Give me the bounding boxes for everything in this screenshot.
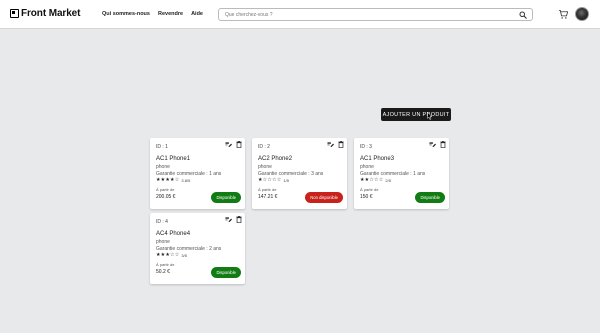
product-category: phone: [360, 164, 374, 170]
product-name: AC2 Phone2: [258, 156, 293, 162]
product-category: phone: [156, 164, 170, 170]
product-price: 50.2 €: [156, 269, 170, 275]
rating-stars: ★ ☆ ☆ ☆ ☆ 1/5: [258, 177, 289, 184]
rating-value: 2/5: [385, 178, 391, 183]
product-price: 200.05 €: [156, 194, 176, 200]
product-category: phone: [156, 239, 170, 245]
top-header: Front Market Qui sommes-nous Revendre Ai…: [0, 0, 600, 29]
rating-stars: ★ ★ ★ ★ ☆ 3.8/5: [156, 177, 191, 184]
rating-stars: ★ ★ ★ ☆ ☆ 3/5: [156, 252, 187, 259]
status-badge: Disponible: [415, 192, 445, 203]
nav-link-sell[interactable]: Revendre: [158, 11, 183, 17]
search-input[interactable]: [225, 10, 515, 20]
product-price: 150 €: [360, 194, 373, 200]
price-label: À partir de: [156, 187, 175, 192]
delete-icon[interactable]: [236, 141, 242, 148]
product-card[interactable]: ID : 2 AC2 Phone2 phone Garantie commerc…: [252, 138, 347, 209]
price-label: À partir de: [360, 187, 379, 192]
delete-icon[interactable]: [236, 216, 242, 223]
delete-icon[interactable]: [440, 141, 446, 148]
edit-icon[interactable]: [225, 216, 232, 223]
mouse-cursor-icon: [427, 112, 432, 120]
search-bar: [218, 8, 533, 21]
product-card[interactable]: ID : 3 AC1 Phone3 phone Garantie commerc…: [354, 138, 449, 209]
rating-value: 1/5: [283, 178, 289, 183]
product-card[interactable]: ID : 1 AC1 Phone1 phone Garantie commerc…: [150, 138, 245, 209]
edit-icon[interactable]: [225, 141, 232, 148]
star-empty-icon: ☆: [276, 177, 282, 183]
star-empty-icon: ☆: [378, 177, 384, 183]
rating-value: 3.8/5: [181, 178, 191, 183]
product-card[interactable]: ID : 4 AC4 Phone4 phone Garantie commerc…: [150, 213, 245, 284]
product-id: ID : 2: [258, 144, 270, 150]
product-id: ID : 4: [156, 219, 168, 225]
price-label: À partir de: [156, 262, 175, 267]
add-product-button[interactable]: Ajouter un produit: [381, 108, 451, 121]
delete-icon[interactable]: [338, 141, 344, 148]
status-badge: Disponible: [211, 267, 241, 278]
product-id: ID : 3: [360, 144, 372, 150]
product-name: AC1 Phone1: [156, 156, 191, 162]
avatar[interactable]: [575, 7, 589, 21]
cart-icon[interactable]: [558, 9, 569, 20]
product-name: AC1 Phone3: [360, 156, 395, 162]
rating-stars: ★ ★ ☆ ☆ ☆ 2/5: [360, 177, 391, 184]
rating-value: 3/5: [181, 253, 187, 258]
nav-link-help[interactable]: Aide: [191, 11, 203, 17]
price-label: À partir de: [258, 187, 277, 192]
product-name: AC4 Phone4: [156, 231, 191, 237]
star-empty-icon: ☆: [174, 177, 180, 183]
edit-icon[interactable]: [429, 141, 436, 148]
logo-text: Front Market: [21, 8, 81, 19]
nav-link-about[interactable]: Qui sommes-nous: [102, 11, 150, 17]
edit-icon[interactable]: [327, 141, 334, 148]
logo-icon: [10, 9, 19, 18]
logo[interactable]: Front Market: [10, 8, 80, 19]
main-nav: Qui sommes-nous Revendre Aide: [102, 11, 203, 17]
product-category: phone: [258, 164, 272, 170]
search-icon[interactable]: [519, 11, 527, 19]
product-id: ID : 1: [156, 144, 168, 150]
star-empty-icon: ☆: [174, 252, 180, 258]
status-badge: Non disponible: [305, 192, 343, 203]
product-price: 147.21 €: [258, 194, 278, 200]
status-badge: Disponible: [211, 192, 241, 203]
